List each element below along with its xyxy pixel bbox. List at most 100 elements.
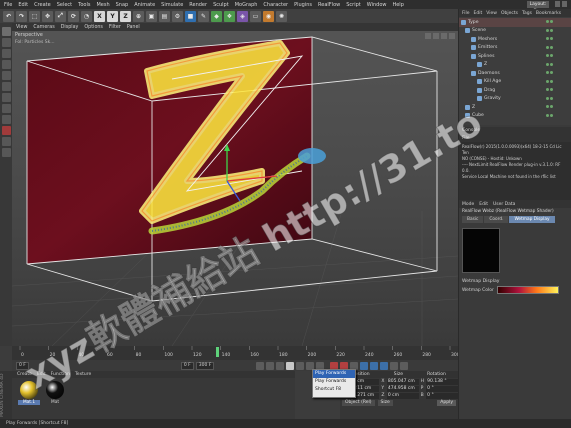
menu-character[interactable]: Character [263,2,288,8]
deformer-icon[interactable]: ◈ [237,10,248,22]
layout-selector[interactable]: Layout: Star [527,1,549,14]
material-menu-texture[interactable]: Texture [75,372,91,377]
object-row[interactable]: Cube [459,112,571,121]
rotate-icon[interactable]: ⟳ [68,10,79,22]
make-editable-icon[interactable] [1,27,11,36]
rotation-field[interactable]: 0 ° [426,392,458,399]
size-field[interactable]: 0 cm [386,392,419,399]
visibility-dots[interactable] [546,71,553,74]
size-mode-dropdown[interactable]: Size [377,400,393,406]
viewport-menu-view[interactable]: View [16,25,27,30]
visibility-dots[interactable] [546,54,553,57]
wetmap-color-gradient[interactable] [496,286,559,294]
menu-tools[interactable]: Tools [78,2,90,8]
maximize-view-icon[interactable] [449,33,455,39]
scale-icon[interactable]: ⤢ [55,10,66,22]
render-picture-viewer-icon[interactable]: ▤ [159,10,170,22]
material-swatch[interactable]: Mat.1 [18,381,40,405]
viewport-menu-panel[interactable]: Panel [127,25,140,30]
menu-select[interactable]: Select [57,2,72,8]
subdivision-icon[interactable]: ◆ [211,10,222,22]
object-menu-tags[interactable]: Tags [522,11,532,16]
3d-viewport[interactable]: Perspective Fol: Particles Sk... [12,31,458,346]
polygons-mode-icon[interactable] [1,93,11,102]
timeline-settings-icon[interactable] [400,361,409,370]
menu-render[interactable]: Render [189,2,207,8]
size-field[interactable]: 805.047 cm [386,378,419,385]
end-frame-field[interactable]: 300 F [195,361,215,370]
undo-icon[interactable]: ↶ [3,10,14,22]
visibility-dots[interactable] [546,113,553,117]
material-menu-edit[interactable]: Edit [37,372,46,377]
attribute-menu-item[interactable]: Edit [479,202,488,207]
material-menu-create[interactable]: Create [17,372,32,377]
viewport-menu-cameras[interactable]: Cameras [33,25,54,30]
tweak-mode-icon[interactable] [1,115,11,124]
visibility-dots[interactable] [546,28,553,32]
cube-icon[interactable]: ■ [185,10,196,22]
next-frame-icon[interactable] [296,361,305,370]
attribute-tab[interactable]: Coord. [484,216,509,223]
viewport-menu-display[interactable]: Display [61,25,79,30]
go-to-start-icon[interactable] [256,361,265,370]
previous-key-icon[interactable] [266,361,275,370]
viewport-menu-filter[interactable]: Filter [109,25,121,30]
maximize-button[interactable] [562,1,567,7]
menu-animate[interactable]: Animate [134,2,155,8]
menu-plugins[interactable]: Plugins [294,2,312,8]
object-row[interactable]: Daemons [459,69,571,78]
param-key-icon[interactable] [390,361,399,370]
menu-sculpt[interactable]: Sculpt [213,2,229,8]
menu-script[interactable]: Script [346,2,361,8]
menu-mesh[interactable]: Mesh [96,2,109,8]
object-row[interactable]: Meshers [459,35,571,44]
menu-edit[interactable]: Edit [18,2,28,8]
workplane-icon[interactable] [1,60,11,69]
array-icon[interactable]: ❖ [224,10,235,22]
move-icon[interactable]: ✥ [42,10,53,22]
menu-realflow[interactable]: RealFlow [318,2,340,8]
size-field[interactable]: 474.958 cm [386,385,419,392]
menu-mograph[interactable]: MoGraph [235,2,258,8]
menu-snap[interactable]: Snap [116,2,129,8]
menu-file[interactable]: File [4,2,12,8]
menu-simulate[interactable]: Simulate [161,2,183,8]
play-forwards-icon[interactable] [286,361,295,370]
zoom-icon[interactable] [433,33,439,39]
object-row[interactable]: Scene [459,27,571,36]
apply-button[interactable]: Apply [437,400,456,406]
popup-item[interactable]: Play Forwards [313,378,355,386]
render-settings-icon[interactable]: ⚙ [172,10,183,22]
object-row[interactable]: Emitters [459,44,571,53]
rotation-field[interactable]: 0 ° [426,385,458,392]
camera-icon[interactable]: ◉ [263,10,274,22]
object-menu-view[interactable]: View [486,11,497,16]
object-menu-file[interactable]: File [462,11,470,16]
live-select-icon[interactable]: ⬚ [29,10,40,22]
material-menu-function[interactable]: Function [51,372,70,377]
object-row[interactable]: Gravity [459,95,571,104]
visibility-dots[interactable] [546,79,553,83]
model-mode-icon[interactable] [1,38,11,47]
material-swatch[interactable]: Mat [44,381,66,405]
edges-mode-icon[interactable] [1,82,11,91]
texture-mode-icon[interactable] [1,49,11,58]
redo-icon[interactable]: ↷ [16,10,27,22]
popup-item[interactable]: Play Forwards [313,370,355,378]
coordinate-system-icon[interactable]: ⊕ [133,10,144,22]
visibility-dots[interactable] [546,88,553,91]
points-mode-icon[interactable] [1,71,11,80]
x-axis-lock-button[interactable]: X [94,10,105,22]
y-axis-lock-button[interactable]: Y [107,10,118,22]
visibility-dots[interactable] [546,62,553,66]
object-menu-bookmarks[interactable]: Bookmarks [536,11,561,16]
axis-mode-icon[interactable] [1,104,11,113]
timeline-ruler[interactable]: 0 20 40 60 80 100 120 140 160 180 200 220 240 260 280 3… [12,346,458,360]
visibility-dots[interactable] [546,20,553,23]
current-frame-field[interactable]: 0 F [180,361,194,370]
menu-create[interactable]: Create [34,2,51,8]
attribute-tab[interactable]: Wetmap Display [509,216,555,223]
visibility-dots[interactable] [546,45,553,49]
object-row[interactable]: Kill Age [459,78,571,87]
console-file-menu[interactable]: File [462,136,470,141]
